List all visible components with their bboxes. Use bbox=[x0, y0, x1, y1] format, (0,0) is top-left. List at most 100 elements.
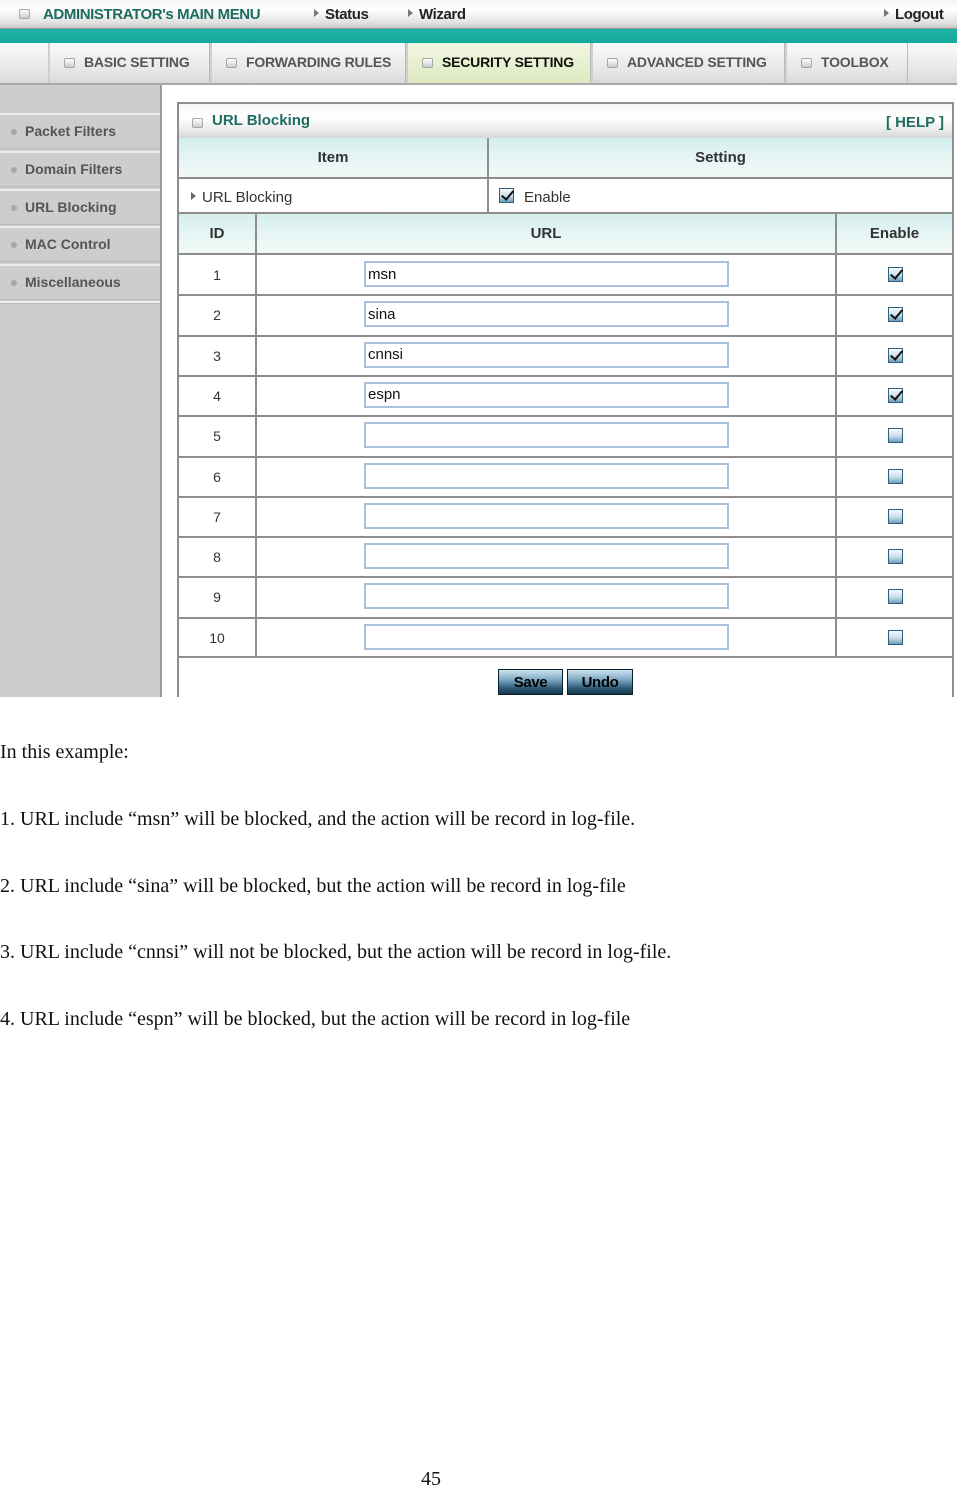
logout-link[interactable]: Logout bbox=[884, 6, 944, 23]
tab-basic-setting[interactable]: BASIC SETTING bbox=[48, 43, 210, 83]
setting-header: Setting bbox=[695, 149, 746, 166]
column-divider bbox=[255, 577, 257, 618]
arrow-right-icon bbox=[191, 192, 196, 200]
column-divider bbox=[255, 496, 257, 537]
arrow-right-icon bbox=[314, 9, 319, 17]
row-enable-checkbox[interactable] bbox=[888, 307, 903, 323]
row-id: 2 bbox=[213, 307, 221, 324]
column-divider bbox=[835, 577, 837, 618]
tab-advanced-setting[interactable]: ADVANCED SETTING bbox=[591, 43, 785, 83]
url-input[interactable] bbox=[364, 583, 729, 610]
undo-button[interactable]: Undo bbox=[567, 669, 633, 695]
url-input[interactable] bbox=[364, 381, 729, 408]
row-enable-checkbox[interactable] bbox=[888, 428, 903, 444]
sidebar-divider bbox=[0, 301, 160, 304]
row-id: 4 bbox=[213, 387, 221, 404]
item-setting-header-row: Item Setting bbox=[179, 138, 952, 178]
url-table-row: 10 bbox=[179, 617, 952, 658]
status-link[interactable]: Status bbox=[314, 6, 369, 23]
bullet-icon bbox=[11, 205, 17, 211]
column-divider bbox=[255, 617, 257, 658]
help-link[interactable]: [ HELP ] bbox=[886, 114, 944, 131]
row-enable-checkbox[interactable] bbox=[888, 508, 903, 524]
url-blocking-panel: URL Blocking [ HELP ] Item Setting URL B… bbox=[177, 102, 954, 697]
logout-label: Logout bbox=[895, 6, 944, 23]
sidebar-item-packet-filters[interactable]: Packet Filters bbox=[0, 113, 160, 149]
item-header: Item bbox=[317, 149, 349, 166]
bullet-icon bbox=[11, 242, 17, 248]
tab-label: TOOLBOX bbox=[821, 54, 889, 70]
tab-square-icon bbox=[64, 58, 75, 68]
url-input[interactable] bbox=[364, 261, 729, 287]
save-button[interactable]: Save bbox=[498, 669, 563, 695]
column-divider bbox=[835, 496, 837, 537]
tab-label: ADVANCED SETTING bbox=[627, 54, 767, 70]
row-enable-checkbox[interactable] bbox=[888, 468, 903, 484]
column-divider bbox=[835, 375, 837, 416]
sidebar-item-mac-control[interactable]: MAC Control bbox=[0, 226, 160, 262]
row-enable-checkbox[interactable] bbox=[888, 267, 903, 282]
sidebar-item-label: URL Blocking bbox=[25, 199, 117, 215]
row-id: 1 bbox=[213, 267, 221, 283]
url-input[interactable] bbox=[364, 462, 729, 489]
row-id: 6 bbox=[213, 468, 221, 485]
tab-security-setting[interactable]: SECURITY SETTING bbox=[406, 43, 591, 83]
menu-square-icon bbox=[19, 9, 30, 19]
page-number: 45 bbox=[421, 1468, 441, 1490]
sidebar-item-label: MAC Control bbox=[25, 236, 111, 252]
row-enable-checkbox[interactable] bbox=[888, 549, 903, 565]
row-enable-checkbox[interactable] bbox=[888, 347, 903, 363]
router-admin-screenshot: ADMINISTRATOR's MAIN MENU Status Wizard … bbox=[0, 0, 957, 697]
url-input[interactable] bbox=[364, 341, 729, 368]
enable-column-header: Enable bbox=[869, 225, 920, 242]
tab-toolbox[interactable]: TOOLBOX bbox=[785, 43, 908, 83]
url-blocking-enable-checkbox[interactable] bbox=[499, 188, 514, 203]
column-divider bbox=[255, 537, 257, 578]
row-enable-checkbox[interactable] bbox=[888, 629, 903, 645]
sidebar-item-miscellaneous[interactable]: Miscellaneous bbox=[0, 264, 160, 300]
column-divider bbox=[255, 295, 257, 336]
column-divider bbox=[835, 617, 837, 658]
column-divider bbox=[835, 335, 837, 376]
url-input[interactable] bbox=[364, 301, 729, 328]
sidebar-item-domain-filters[interactable]: Domain Filters bbox=[0, 151, 160, 187]
column-divider bbox=[255, 255, 257, 295]
url-input[interactable] bbox=[364, 422, 729, 449]
url-table-row: 7 bbox=[179, 496, 952, 537]
row-divider bbox=[179, 656, 952, 658]
arrow-right-icon bbox=[408, 9, 413, 17]
id-column-header: ID bbox=[209, 225, 225, 242]
tab-label: BASIC SETTING bbox=[84, 54, 190, 70]
wizard-link[interactable]: Wizard bbox=[408, 6, 466, 23]
tab-forwarding-rules[interactable]: FORWARDING RULES bbox=[210, 43, 406, 83]
url-input[interactable] bbox=[364, 502, 729, 529]
column-divider bbox=[835, 295, 837, 336]
sidebar-item-label: Packet Filters bbox=[25, 123, 117, 139]
url-table-row: 6 bbox=[179, 456, 952, 497]
wizard-label: Wizard bbox=[419, 6, 466, 23]
url-table-row: 3 bbox=[179, 335, 952, 376]
url-input[interactable] bbox=[364, 543, 729, 570]
main-menu-bar: ADMINISTRATOR's MAIN MENU Status Wizard … bbox=[0, 0, 957, 29]
bullet-icon bbox=[11, 167, 17, 173]
bullet-icon bbox=[11, 129, 17, 135]
arrow-right-icon bbox=[884, 9, 889, 17]
panel-header: URL Blocking [ HELP ] bbox=[179, 102, 952, 141]
column-divider bbox=[255, 375, 257, 416]
url-blocking-enable-row: URL Blocking Enable bbox=[179, 179, 952, 213]
column-divider bbox=[487, 179, 489, 213]
column-divider bbox=[255, 456, 257, 497]
panel-square-icon bbox=[192, 118, 203, 128]
example-point-1: 1. URL include “msn” will be blocked, an… bbox=[0, 808, 636, 830]
tab-square-icon bbox=[607, 58, 618, 68]
column-divider bbox=[835, 537, 837, 578]
tab-bar: BASIC SETTING FORWARDING RULES SECURITY … bbox=[0, 43, 957, 85]
url-input[interactable] bbox=[364, 623, 729, 650]
bullet-icon bbox=[11, 280, 17, 286]
row-enable-checkbox[interactable] bbox=[888, 387, 903, 403]
example-intro: In this example: bbox=[0, 741, 129, 763]
sidebar-item-url-blocking[interactable]: URL Blocking bbox=[0, 189, 160, 225]
url-table-row: 1 bbox=[179, 255, 952, 295]
row-enable-checkbox[interactable] bbox=[888, 589, 903, 605]
column-divider bbox=[835, 416, 837, 457]
